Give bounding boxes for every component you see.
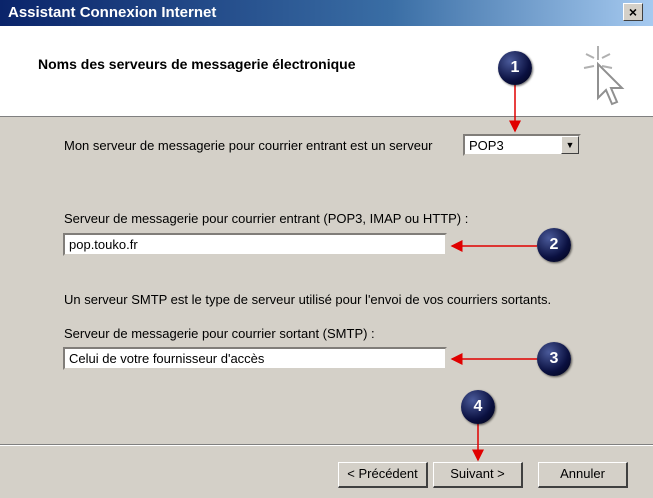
annotation-badge-1: 1 [498,51,532,85]
annotation-badge-4: 4 [461,390,495,424]
annotation-badge-3: 3 [537,342,571,376]
annotation-badge-2: 2 [537,228,571,262]
wizard-window: Assistant Connexion Internet × Noms des … [0,0,653,498]
